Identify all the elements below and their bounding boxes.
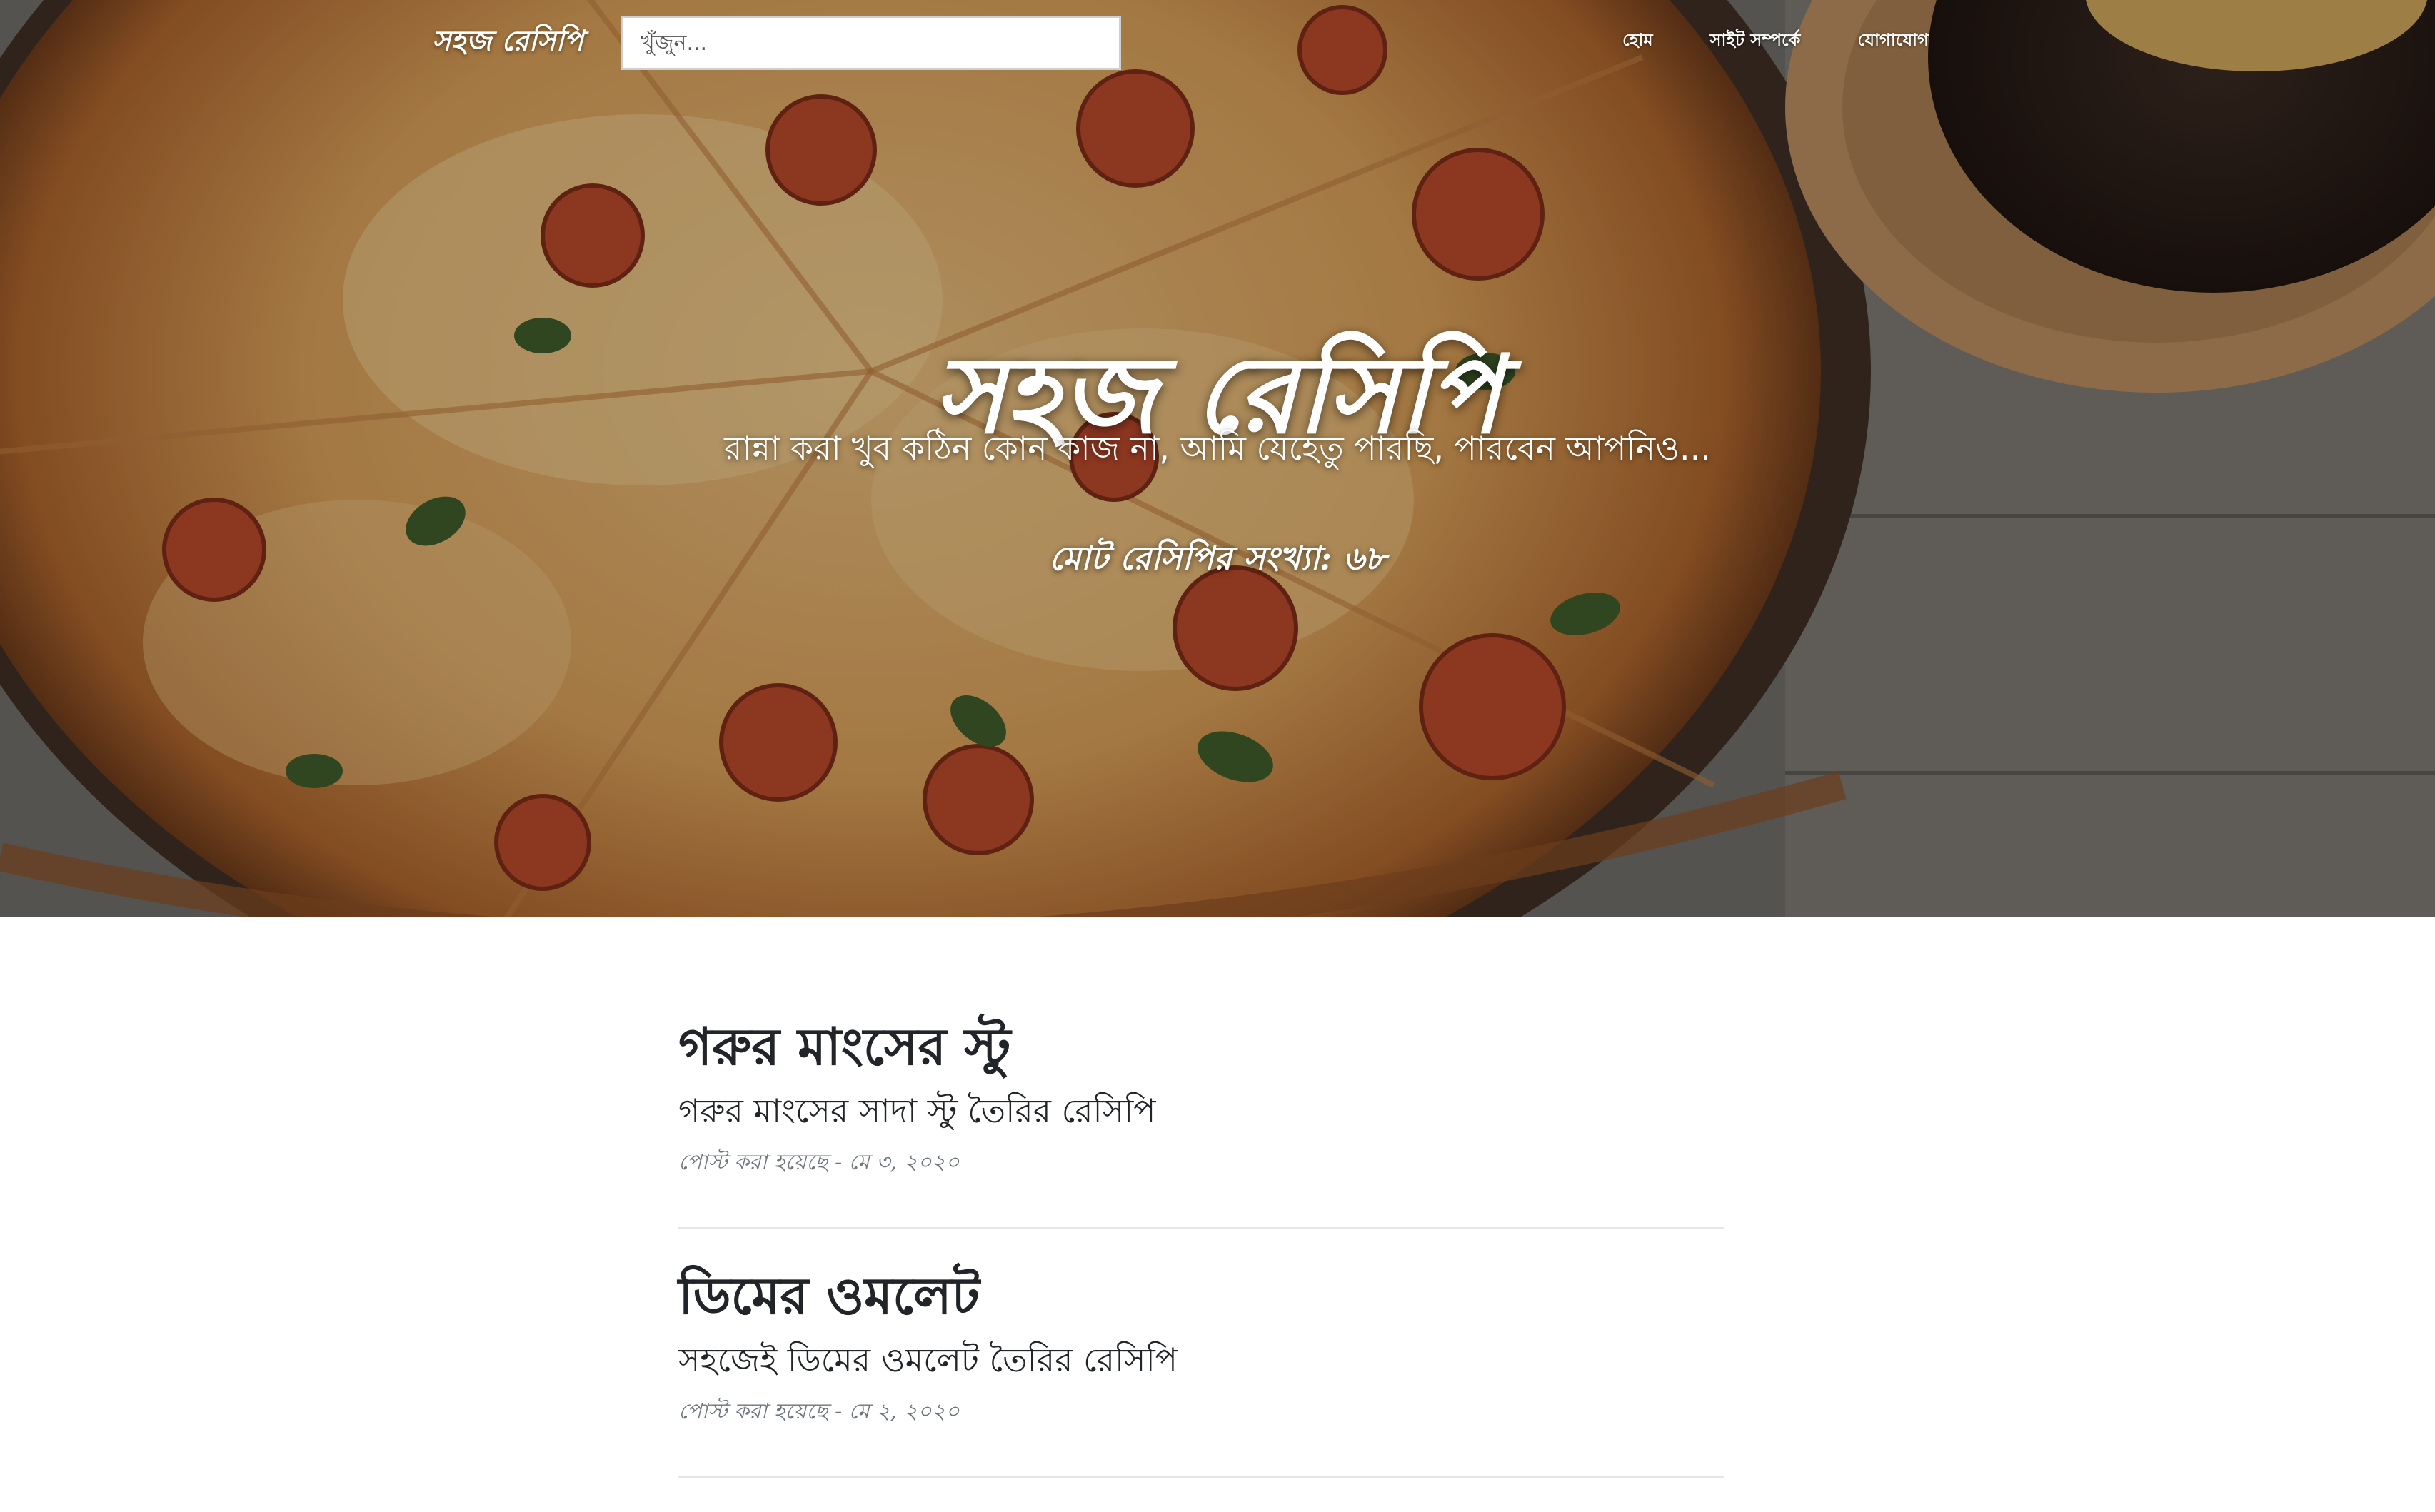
main-nav: হোম সাইট সম্পর্কে যোগাযোগ [1622, 27, 1929, 56]
nav-link-about[interactable]: সাইট সম্পর্কে [1710, 27, 1801, 56]
search-input[interactable] [621, 16, 1121, 70]
post-title-link[interactable]: গরুর মাংসের স্টু [678, 1014, 1724, 1081]
post-preview: গরুর মাংসের স্টু গরুর মাংসের সাদা স্টু ত… [678, 1014, 1724, 1229]
recipe-count: মোট রেসিপির সংখ্যা: ৬৮ [1049, 539, 1386, 578]
post-subtitle: সহজেই ডিমের ওমলেট তৈরির রেসিপি [678, 1340, 1178, 1379]
post-meta: পোস্ট করা হয়েছে - মে ২, ২০২০ [678, 1398, 960, 1424]
post-preview: ডিমের ওমলেট সহজেই ডিমের ওমলেট তৈরির রেসি… [678, 1263, 1724, 1478]
post-meta: পোস্ট করা হয়েছে - মে ৩, ২০২০ [678, 1149, 960, 1175]
nav-link-home[interactable]: হোম [1622, 27, 1653, 56]
hero-section: সহজ রেসিপি হোম সাইট সম্পর্কে যোগাযোগ সহজ… [0, 0, 2435, 917]
brand-logo-link[interactable]: সহজ রেসিপি [432, 19, 583, 66]
hero-subtitle: রান্না করা খুব কঠিন কোন কাজ না, আমি যেহে… [724, 429, 1711, 468]
post-list: গরুর মাংসের স্টু গরুর মাংসের সাদা স্টু ত… [678, 1014, 1724, 1512]
post-title-link[interactable]: ডিমের ওমলেট [678, 1263, 1724, 1330]
post-subtitle: গরুর মাংসের সাদা স্টু তৈরির রেসিপি [678, 1091, 1156, 1130]
nav-link-contact[interactable]: যোগাযোগ [1857, 27, 1928, 56]
